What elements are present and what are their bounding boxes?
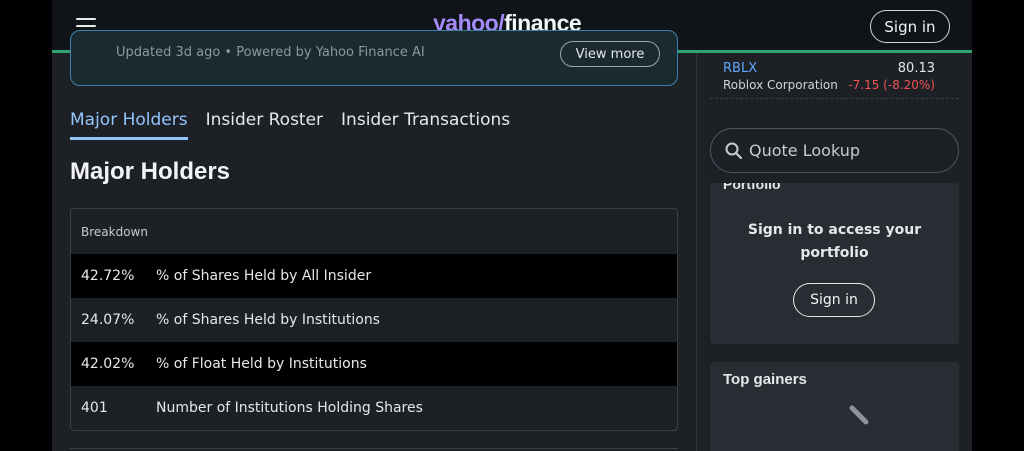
quote-lookup-input[interactable] xyxy=(749,141,949,160)
table-header: Breakdown xyxy=(81,224,148,239)
tab-insider-transactions[interactable]: Insider Transactions xyxy=(341,110,510,140)
row-label: % of Shares Held by All Insider xyxy=(156,268,372,284)
column-divider xyxy=(696,53,697,451)
row-value: 42.72% xyxy=(81,268,135,284)
portfolio-heading: Portfolio xyxy=(723,183,781,192)
portfolio-sign-in-button[interactable]: Sign in xyxy=(793,283,875,317)
major-holders-table: Breakdown 42.72% % of Shares Held by All… xyxy=(70,208,678,431)
ticker-symbol[interactable]: RBLX xyxy=(723,61,757,76)
top-gainers-card: Top gainers xyxy=(710,362,959,451)
ticker-price: 80.13 xyxy=(897,61,935,76)
ticker-change: -7.15 (-8.20%) xyxy=(848,78,935,92)
row-label: Number of Institutions Holding Shares xyxy=(156,400,423,416)
portfolio-card: Portfolio Sign in to access your portfol… xyxy=(710,183,959,344)
header-sign-in-button[interactable]: Sign in xyxy=(870,10,950,43)
table-row: 42.02% % of Float Held by Institutions xyxy=(71,342,677,386)
section-divider xyxy=(70,448,678,449)
view-more-button[interactable]: View more xyxy=(560,41,660,67)
row-value: 401 xyxy=(81,400,108,416)
ai-summary-banner: Updated 3d ago • Powered by Yahoo Financ… xyxy=(70,30,678,86)
row-value: 24.07% xyxy=(81,312,135,328)
holders-tabs: Major Holders Insider Roster Insider Tra… xyxy=(70,110,510,140)
ticker-company-name: Roblox Corporation xyxy=(723,78,838,92)
top-gainers-heading: Top gainers xyxy=(723,371,807,388)
quote-lookup-field[interactable] xyxy=(710,128,959,173)
table-row: 24.07% % of Shares Held by Institutions xyxy=(71,298,677,342)
table-row: 401 Number of Institutions Holding Share… xyxy=(71,386,677,430)
banner-updated-text: Updated 3d ago • Powered by Yahoo Financ… xyxy=(116,45,425,60)
page: yahoo/finance Sign in Updated 3d ago • P… xyxy=(52,0,972,451)
row-label: % of Shares Held by Institutions xyxy=(156,312,380,328)
search-icon xyxy=(725,142,743,159)
portfolio-sign-in-message: Sign in to access your portfolio xyxy=(747,222,922,261)
table-row: 42.72% % of Shares Held by All Insider xyxy=(71,254,677,298)
ticker-quote-card[interactable]: RBLX 80.13 Roblox Corporation -7.15 (-8.… xyxy=(710,53,959,99)
page-title: Major Holders xyxy=(70,158,231,185)
tab-major-holders[interactable]: Major Holders xyxy=(70,110,188,140)
row-label: % of Float Held by Institutions xyxy=(156,356,367,372)
row-value: 42.02% xyxy=(81,356,135,372)
loading-spinner-icon xyxy=(849,405,869,425)
tab-insider-roster[interactable]: Insider Roster xyxy=(206,110,323,140)
